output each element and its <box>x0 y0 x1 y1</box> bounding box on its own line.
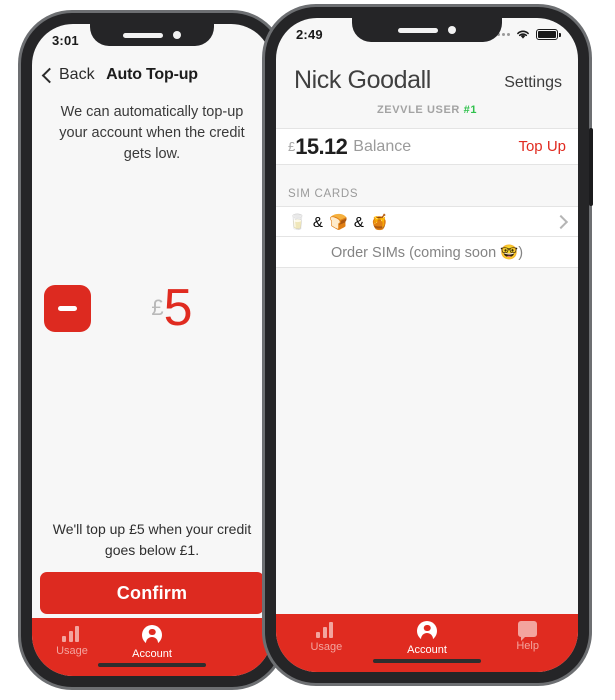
order-sims-label: Order SIMs (coming soon 🤓) <box>330 244 524 261</box>
battery-icon <box>536 28 561 40</box>
phone-bezel-right: 2:49 Nick Goodall Settings ZEVVLE USER #… <box>265 7 589 683</box>
topup-amount: £5 <box>91 278 252 338</box>
notch-left <box>90 24 214 46</box>
tab-account-left[interactable]: Account <box>112 625 192 660</box>
tab-account-label-right: Account <box>407 644 447 656</box>
screenshot-stage: 3:01 Back Auto Top-up We can automatical… <box>0 0 615 700</box>
zevvle-user-line: ZEVVLE USER #1 <box>276 104 578 116</box>
tab-usage-label-left: Usage <box>56 645 88 657</box>
status-icons-right <box>492 28 561 40</box>
phone-device-right: 2:49 Nick Goodall Settings ZEVVLE USER #… <box>262 4 593 686</box>
person-icon <box>417 621 437 641</box>
confirm-button[interactable]: Confirm <box>40 572 264 614</box>
zevvle-user-prefix: ZEVVLE USER <box>376 104 460 116</box>
balance-value: 15.12 <box>295 133 348 159</box>
home-indicator-right <box>373 659 481 663</box>
tab-account-label-left: Account <box>132 648 172 660</box>
phone-bezel-left: 3:01 Back Auto Top-up We can automatical… <box>21 13 283 687</box>
tab-usage-label-right: Usage <box>310 641 343 653</box>
minus-icon <box>58 305 77 311</box>
earpiece-speaker-icon <box>398 27 438 33</box>
amount-value: 5 <box>163 279 193 337</box>
tab-usage-left[interactable]: Usage <box>32 625 112 657</box>
status-time-right: 2:49 <box>296 26 323 42</box>
wifi-icon <box>517 30 529 39</box>
tab-bar-left: Usage Account <box>32 618 272 676</box>
amount-stepper-row: £5 <box>32 272 272 344</box>
summary-text: We'll top up £5 when your credit goes be… <box>52 521 252 558</box>
tab-help-right[interactable]: Help <box>477 621 578 652</box>
phone-device-left: 3:01 Back Auto Top-up We can automatical… <box>18 10 287 690</box>
sim-cards-row[interactable]: 🥛 & 🍞 & 🍯 <box>276 206 578 237</box>
tab-account-right[interactable]: Account <box>377 621 478 656</box>
power-button-right-phone[interactable] <box>589 128 593 206</box>
screen-left: 3:01 Back Auto Top-up We can automatical… <box>32 24 272 676</box>
balance-row[interactable]: £ 15.12 Balance Top Up <box>276 128 578 165</box>
sim-cards-emoji-label: 🥛 & 🍞 & 🍯 <box>288 213 390 231</box>
notch-right <box>352 18 502 42</box>
decrease-amount-button[interactable] <box>44 284 91 332</box>
balance-currency: £ <box>288 139 296 154</box>
screen-right: 2:49 Nick Goodall Settings ZEVVLE USER #… <box>276 18 578 672</box>
currency-symbol: £ <box>151 295 164 320</box>
front-camera-icon <box>173 31 181 39</box>
chat-bubble-icon <box>518 621 538 641</box>
bar-chart-icon <box>316 621 336 638</box>
bar-chart-icon <box>62 625 82 642</box>
zevvle-user-number: #1 <box>463 104 478 116</box>
earpiece-speaker-icon <box>123 32 163 38</box>
tab-bar-right: Usage Account Help <box>276 614 578 672</box>
page-title: Auto Top-up <box>106 66 198 83</box>
front-camera-icon <box>448 26 456 34</box>
top-up-button[interactable]: Top Up <box>518 138 566 155</box>
settings-button[interactable]: Settings <box>504 74 562 92</box>
order-sims-row[interactable]: Order SIMs (coming soon 🤓) <box>276 237 578 268</box>
person-icon <box>142 625 162 645</box>
balance-label: Balance <box>353 137 412 155</box>
navigation-bar: Back Auto Top-up <box>32 56 272 94</box>
home-indicator-left <box>98 663 206 667</box>
tab-help-label-right: Help <box>516 640 539 652</box>
sim-cards-section-header: SIM CARDS <box>288 188 359 200</box>
description-text: We can automatically top-up your account… <box>59 104 245 163</box>
tab-usage-right[interactable]: Usage <box>276 621 377 653</box>
account-name: Nick Goodall <box>294 66 431 94</box>
chevron-right-icon <box>553 214 569 229</box>
status-time-left: 3:01 <box>52 32 79 48</box>
